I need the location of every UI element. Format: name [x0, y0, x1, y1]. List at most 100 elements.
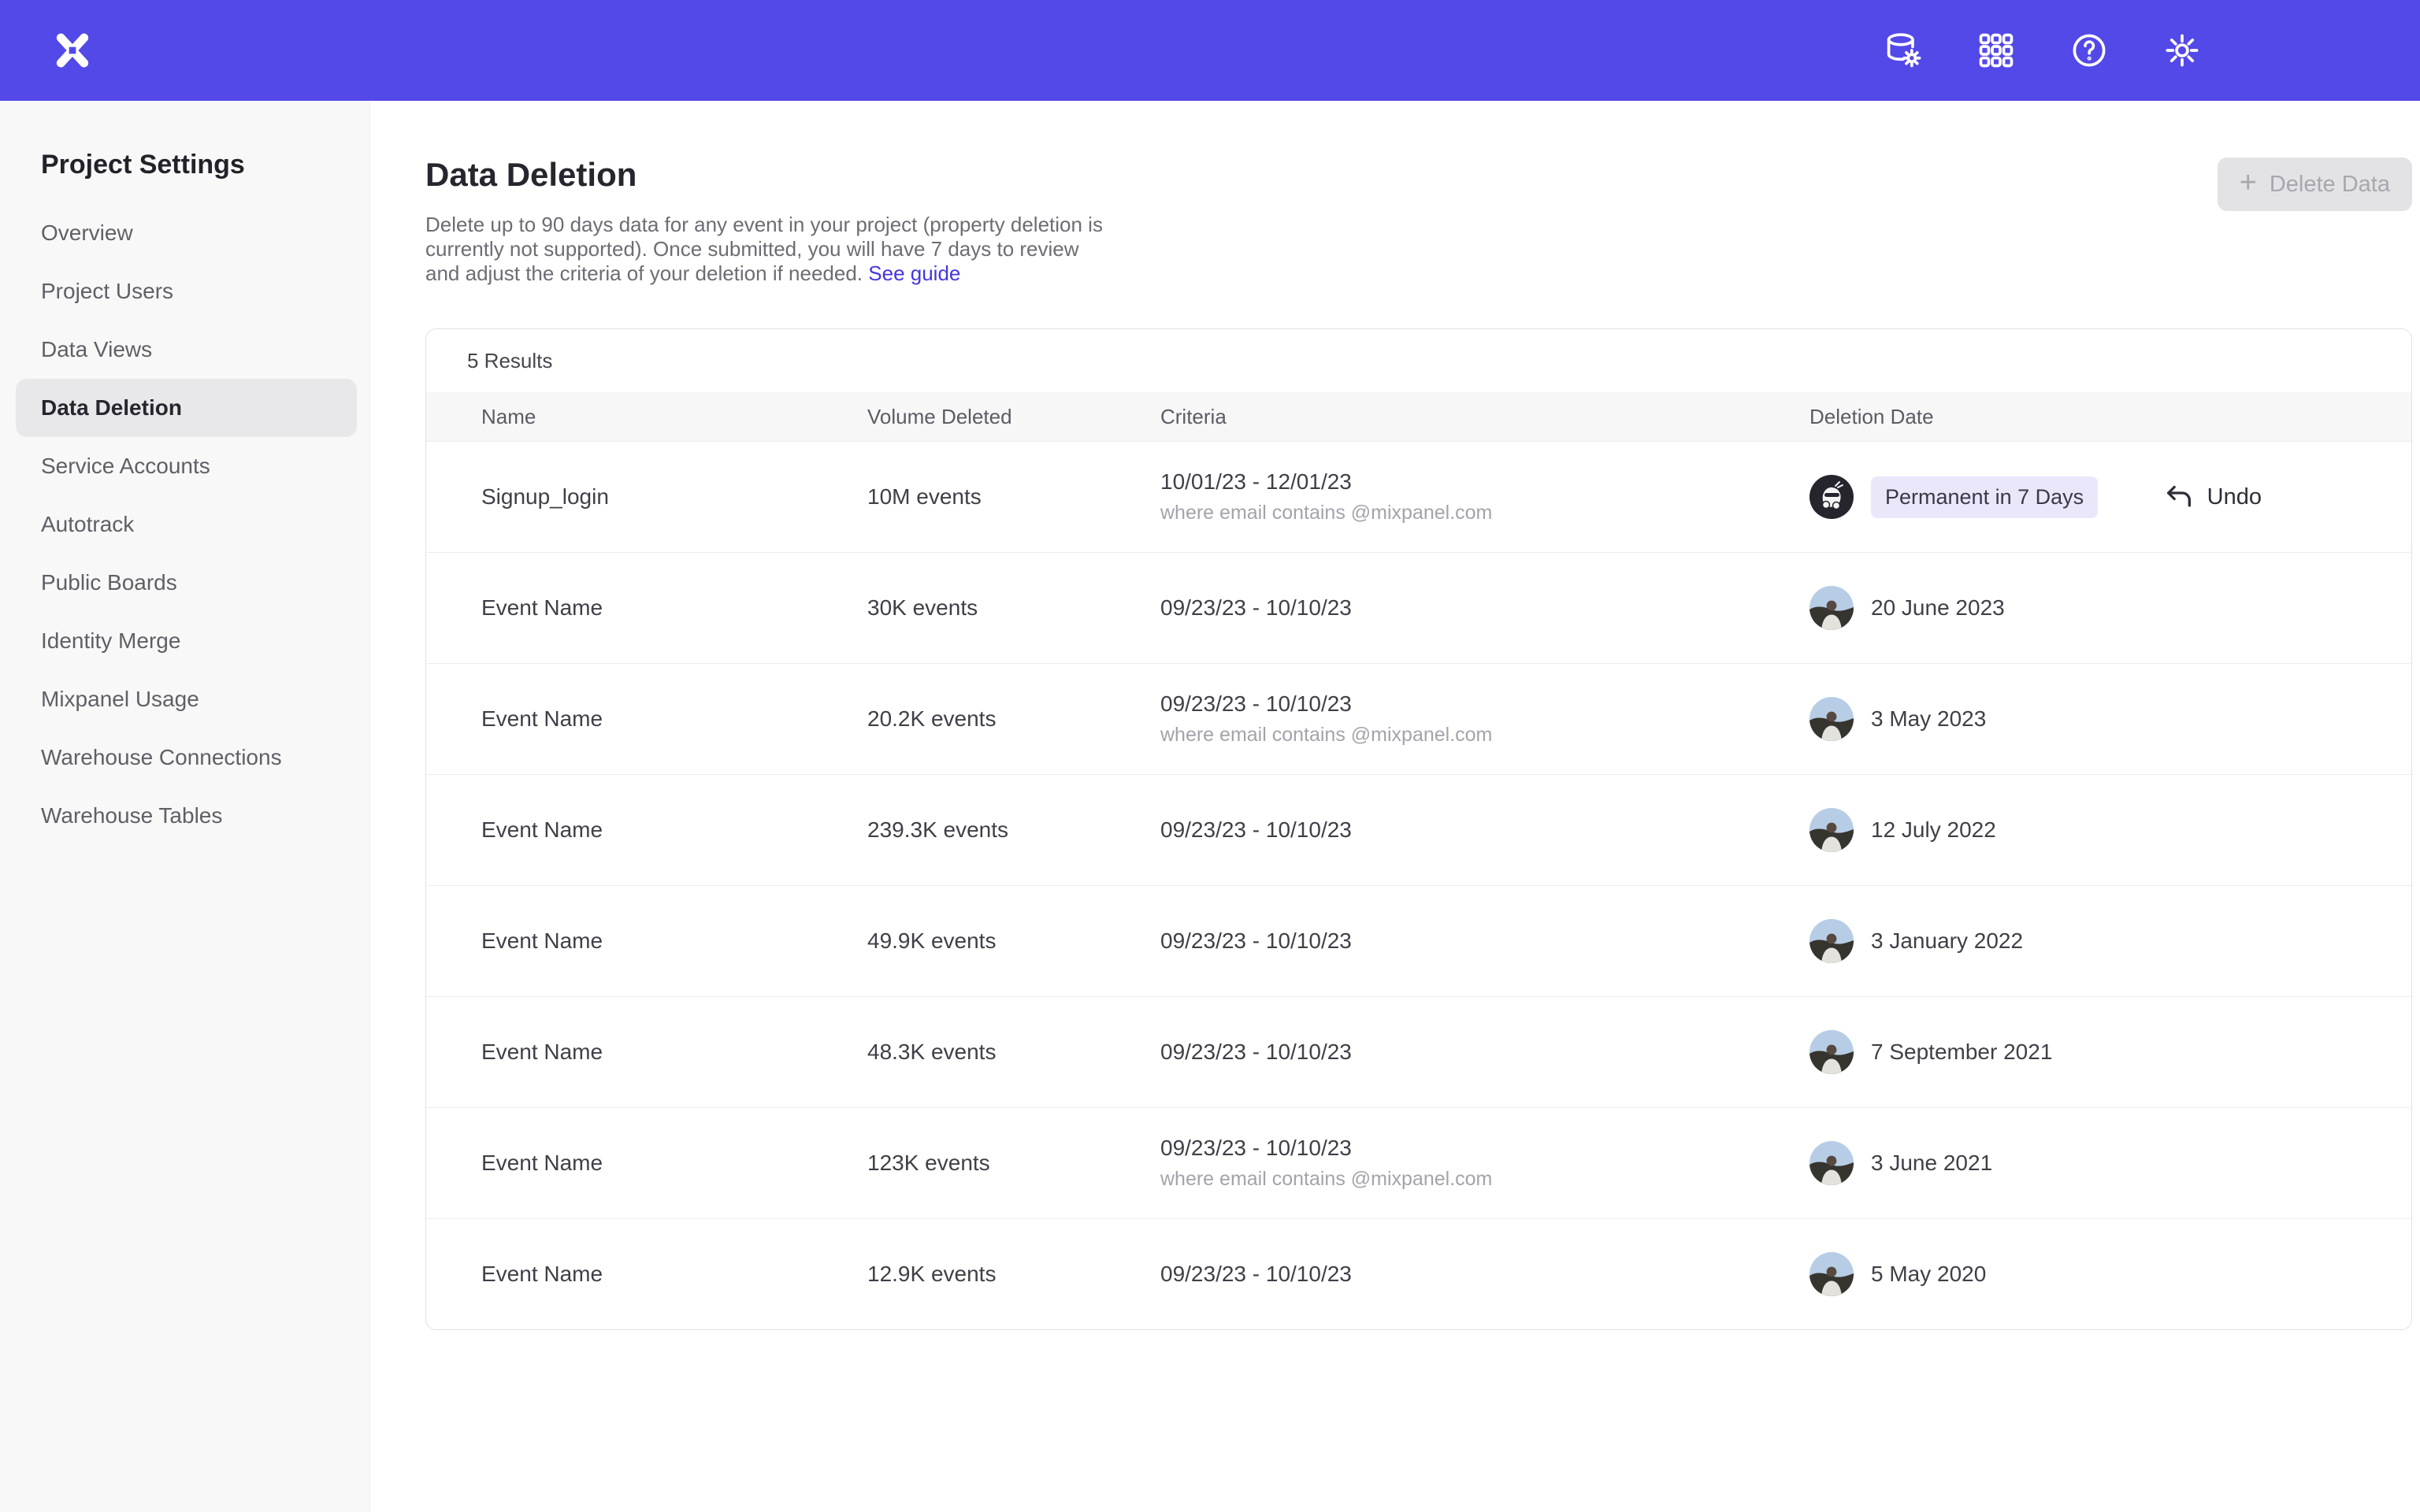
project-settings-page: Project Settings OverviewProject UsersDa…: [0, 0, 2420, 1512]
table-row: Event Name 123K events 09/23/23 - 10/10/…: [426, 1107, 2411, 1218]
table-body: Signup_login 10M events 10/01/23 - 12/01…: [426, 441, 2411, 1329]
delete-data-button[interactable]: + Delete Data: [2218, 158, 2412, 211]
cell-criteria: 09/23/23 - 10/10/23 where email contains…: [1160, 1136, 1809, 1191]
table-row: Event Name 239.3K events 09/23/23 - 10/1…: [426, 774, 2411, 885]
sidebar-item-warehouse-tables[interactable]: Warehouse Tables: [0, 787, 357, 845]
criteria-range: 09/23/23 - 10/10/23: [1160, 928, 1809, 954]
data-settings-icon[interactable]: [1883, 30, 1924, 71]
deletion-date: 7 September 2021: [1871, 1040, 2052, 1065]
deletion-status-badge: Permanent in 7 Days: [1871, 476, 2098, 518]
apps-grid-icon[interactable]: [1976, 30, 2017, 71]
undo-icon: [2163, 481, 2195, 513]
user-avatar: [1809, 1252, 1854, 1296]
criteria-range: 10/01/23 - 12/01/23: [1160, 469, 1809, 495]
table-row: Event Name 30K events 09/23/23 - 10/10/2…: [426, 552, 2411, 663]
navbar-icons: [1883, 30, 2203, 71]
cell-name: Event Name: [481, 1262, 867, 1287]
deletion-table-card: 5 Results Name Volume Deleted Criteria D…: [425, 328, 2412, 1330]
cell-name: Signup_login: [481, 484, 867, 510]
sidebar-item-data-views[interactable]: Data Views: [0, 321, 357, 379]
cell-name: Event Name: [481, 1040, 867, 1065]
sidebar-item-service-accounts[interactable]: Service Accounts: [0, 437, 357, 495]
cell-deletion-date: 3 January 2022: [1809, 919, 2411, 963]
cell-deletion-date: Permanent in 7 Days Undo: [1809, 475, 2411, 519]
deletion-date: 3 June 2021: [1871, 1151, 1992, 1176]
cell-volume: 48.3K events: [867, 1040, 1160, 1065]
sidebar-item-data-deletion[interactable]: Data Deletion: [16, 379, 357, 437]
table-row: Event Name 12.9K events 09/23/23 - 10/10…: [426, 1218, 2411, 1329]
deletion-date: 20 June 2023: [1871, 595, 2005, 621]
user-avatar: [1809, 808, 1854, 852]
cell-volume: 239.3K events: [867, 817, 1160, 843]
page-description: Delete up to 90 days data for any event …: [425, 213, 1119, 286]
plus-icon: +: [2240, 168, 2257, 198]
cell-volume: 12.9K events: [867, 1262, 1160, 1287]
user-avatar: [1809, 919, 1854, 963]
cell-name: Event Name: [481, 1151, 867, 1176]
criteria-range: 09/23/23 - 10/10/23: [1160, 1136, 1809, 1161]
main-content: Data Deletion Delete up to 90 days data …: [371, 101, 2420, 1512]
undo-label: Undo: [2207, 484, 2262, 510]
cell-criteria: 09/23/23 - 10/10/23: [1160, 595, 1809, 621]
cell-criteria: 09/23/23 - 10/10/23: [1160, 928, 1809, 954]
criteria-range: 09/23/23 - 10/10/23: [1160, 1262, 1809, 1287]
settings-sidebar: Project Settings OverviewProject UsersDa…: [0, 101, 370, 1512]
description-text: Delete up to 90 days data for any event …: [425, 213, 1103, 285]
cell-volume: 123K events: [867, 1151, 1160, 1176]
top-navbar: [0, 0, 2420, 101]
cell-deletion-date: 3 June 2021: [1809, 1141, 2411, 1185]
column-header-volume: Volume Deleted: [867, 405, 1160, 429]
cell-criteria: 09/23/23 - 10/10/23: [1160, 1262, 1809, 1287]
cell-volume: 49.9K events: [867, 928, 1160, 954]
criteria-range: 09/23/23 - 10/10/23: [1160, 691, 1809, 717]
criteria-range: 09/23/23 - 10/10/23: [1160, 1040, 1809, 1065]
user-avatar: [1809, 1030, 1854, 1074]
mixpanel-logo[interactable]: [50, 28, 95, 72]
cell-name: Event Name: [481, 706, 867, 732]
sidebar-item-mixpanel-usage[interactable]: Mixpanel Usage: [0, 670, 357, 728]
sidebar-nav: OverviewProject UsersData ViewsData Dele…: [0, 204, 369, 845]
deletion-date: 12 July 2022: [1871, 817, 1996, 843]
sidebar-title: Project Settings: [41, 150, 369, 180]
settings-icon[interactable]: [2162, 30, 2203, 71]
sidebar-item-warehouse-connections[interactable]: Warehouse Connections: [0, 728, 357, 787]
sidebar-item-public-boards[interactable]: Public Boards: [0, 554, 357, 612]
column-header-criteria: Criteria: [1160, 405, 1809, 429]
user-avatar: [1809, 1141, 1854, 1185]
cell-deletion-date: 20 June 2023: [1809, 586, 2411, 630]
cell-volume: 20.2K events: [867, 706, 1160, 732]
deletion-date: 5 May 2020: [1871, 1262, 1986, 1287]
criteria-filter: where email contains @mixpanel.com: [1160, 502, 1809, 524]
cell-deletion-date: 3 May 2023: [1809, 697, 2411, 741]
sidebar-item-autotrack[interactable]: Autotrack: [0, 495, 357, 554]
cell-deletion-date: 5 May 2020: [1809, 1252, 2411, 1296]
see-guide-link[interactable]: See guide: [868, 261, 960, 285]
sidebar-item-overview[interactable]: Overview: [0, 204, 357, 262]
user-avatar: [1809, 586, 1854, 630]
cell-deletion-date: 12 July 2022: [1809, 808, 2411, 852]
cell-deletion-date: 7 September 2021: [1809, 1030, 2411, 1074]
help-icon[interactable]: [2069, 30, 2110, 71]
column-header-name: Name: [481, 405, 867, 429]
delete-data-label: Delete Data: [2270, 172, 2390, 198]
criteria-filter: where email contains @mixpanel.com: [1160, 1168, 1809, 1191]
cell-criteria: 09/23/23 - 10/10/23 where email contains…: [1160, 691, 1809, 747]
sidebar-item-project-users[interactable]: Project Users: [0, 262, 357, 321]
cell-volume: 30K events: [867, 595, 1160, 621]
undo-button[interactable]: Undo: [2163, 481, 2262, 513]
column-header-deletion-date: Deletion Date: [1809, 405, 2411, 429]
cell-criteria: 09/23/23 - 10/10/23: [1160, 1040, 1809, 1065]
user-avatar: [1809, 697, 1854, 741]
table-row: Event Name 20.2K events 09/23/23 - 10/10…: [426, 663, 2411, 774]
page-title: Data Deletion: [425, 156, 2412, 194]
cell-name: Event Name: [481, 928, 867, 954]
criteria-range: 09/23/23 - 10/10/23: [1160, 595, 1809, 621]
table-row: Signup_login 10M events 10/01/23 - 12/01…: [426, 441, 2411, 552]
deletion-date: 3 May 2023: [1871, 706, 1986, 732]
cell-volume: 10M events: [867, 484, 1160, 510]
table-row: Event Name 48.3K events 09/23/23 - 10/10…: [426, 996, 2411, 1107]
cell-name: Event Name: [481, 817, 867, 843]
cell-criteria: 09/23/23 - 10/10/23: [1160, 817, 1809, 843]
sidebar-item-identity-merge[interactable]: Identity Merge: [0, 612, 357, 670]
criteria-filter: where email contains @mixpanel.com: [1160, 724, 1809, 747]
